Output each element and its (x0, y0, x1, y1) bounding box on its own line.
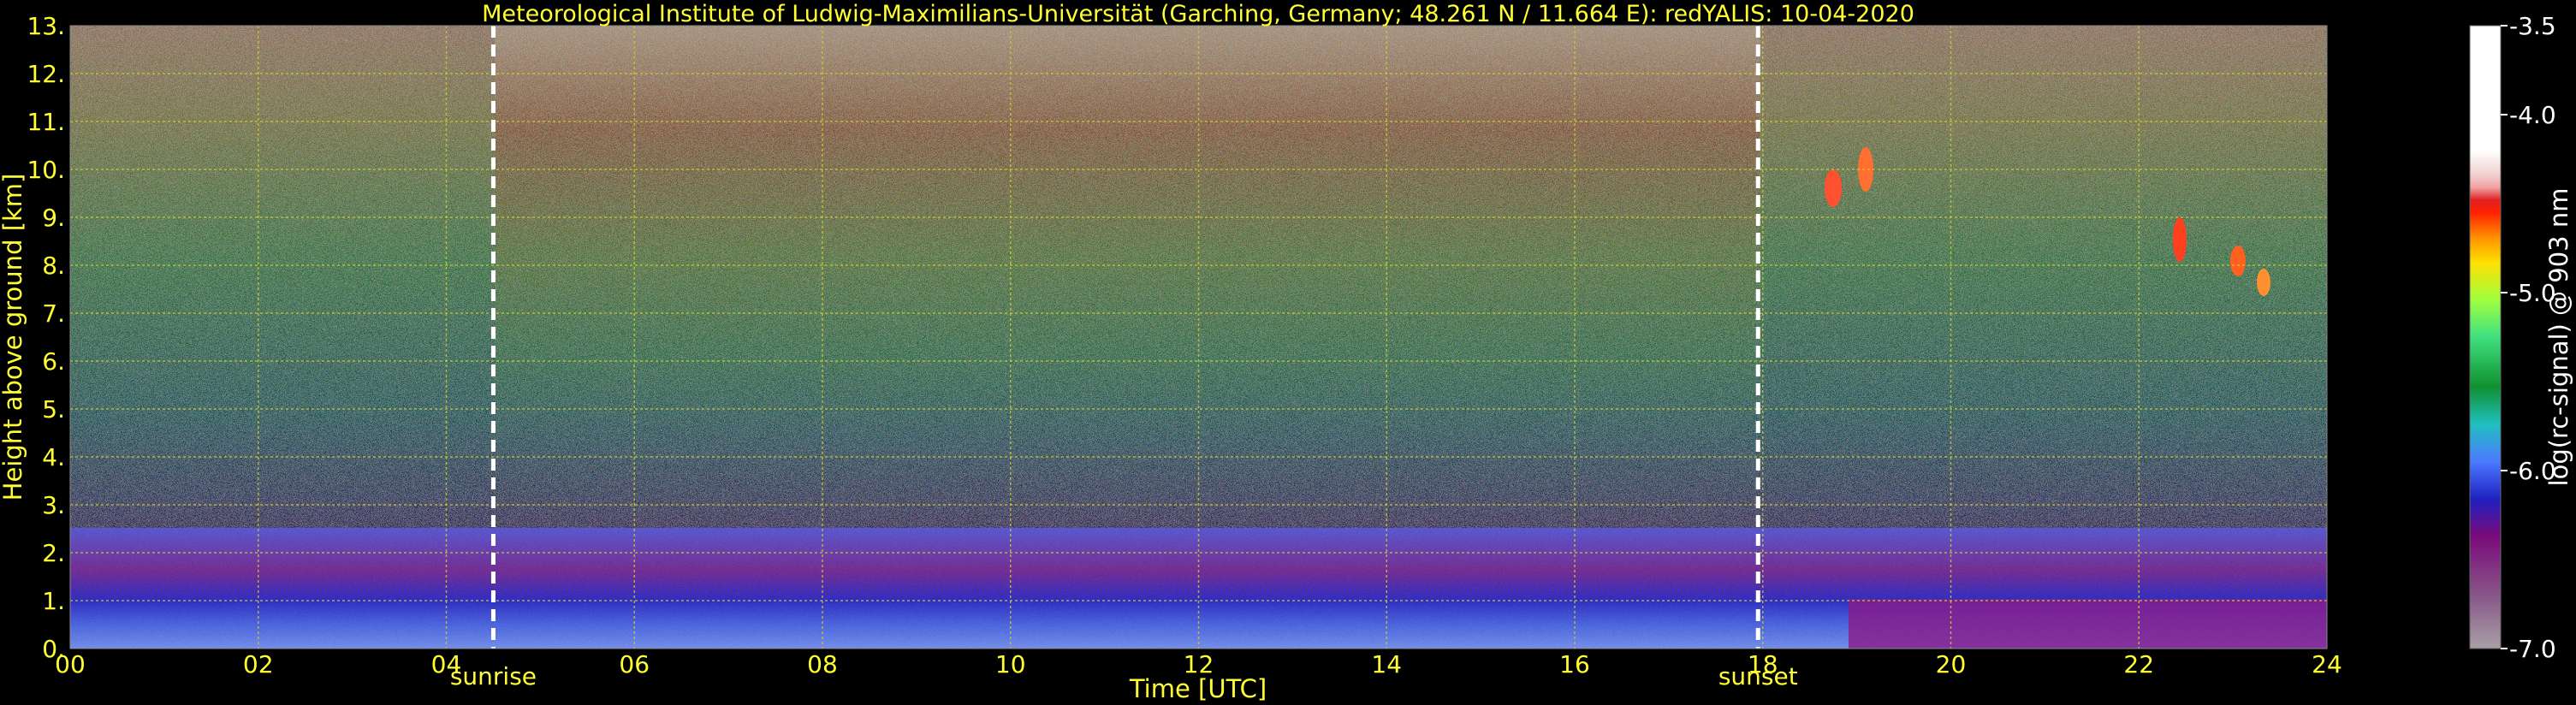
y-tick-label: 4. (42, 443, 65, 471)
sunrise-label: sunrise (450, 662, 537, 690)
x-tick-label: 10 (995, 650, 1026, 678)
cloud-patch-2 (1858, 147, 1873, 192)
colorbar: -3.5-4.0-5.0-6.0-7.0 log(rc-signal) @ 90… (2469, 12, 2573, 663)
y-tick-label: 8. (42, 252, 65, 280)
y-tick-label: 10. (27, 156, 65, 184)
y-tick-label: 7. (42, 299, 65, 328)
colorbar-tick-label: -4.0 (2509, 101, 2556, 129)
x-axis-title: Time [UTC] (1129, 674, 1267, 703)
x-tick-label: 16 (1559, 650, 1590, 678)
x-tick-label: 14 (1371, 650, 1402, 678)
x-tick-label: 06 (619, 650, 650, 678)
x-tick-label: 20 (1936, 650, 1967, 678)
y-tick-label: 5. (42, 395, 65, 424)
y-tick-label: 9. (42, 204, 65, 232)
x-tick-label: 24 (2312, 650, 2342, 678)
x-tick-label: 08 (807, 650, 838, 678)
colorbar-gradient (2470, 26, 2501, 649)
night-residual-layer (1849, 599, 2327, 649)
y-tick-label: 13. (27, 12, 65, 40)
y-tick-label: 11. (27, 108, 65, 136)
y-tick-label: 3. (42, 491, 65, 519)
cloud-patch-4 (2230, 246, 2246, 276)
x-tick-label: 22 (2123, 650, 2154, 678)
colorbar-tick-label: -3.5 (2509, 12, 2556, 40)
cloud-patch-3 (2173, 217, 2187, 262)
cloud-patch-1 (1825, 169, 1842, 207)
y-tick-label: 12. (27, 60, 65, 88)
y-tick-label: 2. (42, 539, 65, 567)
cloud-patch-5 (2257, 269, 2270, 296)
lidar-backscatter-chart: 00 02 04 06 08 10 12 14 16 18 20 22 24 0.1.2.3.4.5.6… (0, 1, 2573, 703)
y-tick-label: 0. (42, 635, 65, 663)
colorbar-label: log(rc-signal) @ 903 nm (2544, 188, 2573, 487)
colorbar-tick-label: -7.0 (2509, 635, 2556, 663)
x-tick-label: 02 (243, 650, 274, 678)
y-tick-labels: 0. 1. 2. 3. 4. 5. 6. 7. 8. 9. 10. 11. 12. 13. (27, 12, 65, 663)
y-axis-title: Height above ground [km] (0, 174, 27, 501)
sunset-label: sunset (1718, 662, 1798, 690)
y-tick-label: 6. (42, 347, 65, 376)
marker-labels: sunrise sunset (450, 662, 1798, 690)
plot-area (70, 26, 2327, 649)
chart-title: Meteorological Institute of Ludwig-Maxim… (482, 1, 1914, 27)
y-tick-label: 1. (42, 587, 65, 615)
